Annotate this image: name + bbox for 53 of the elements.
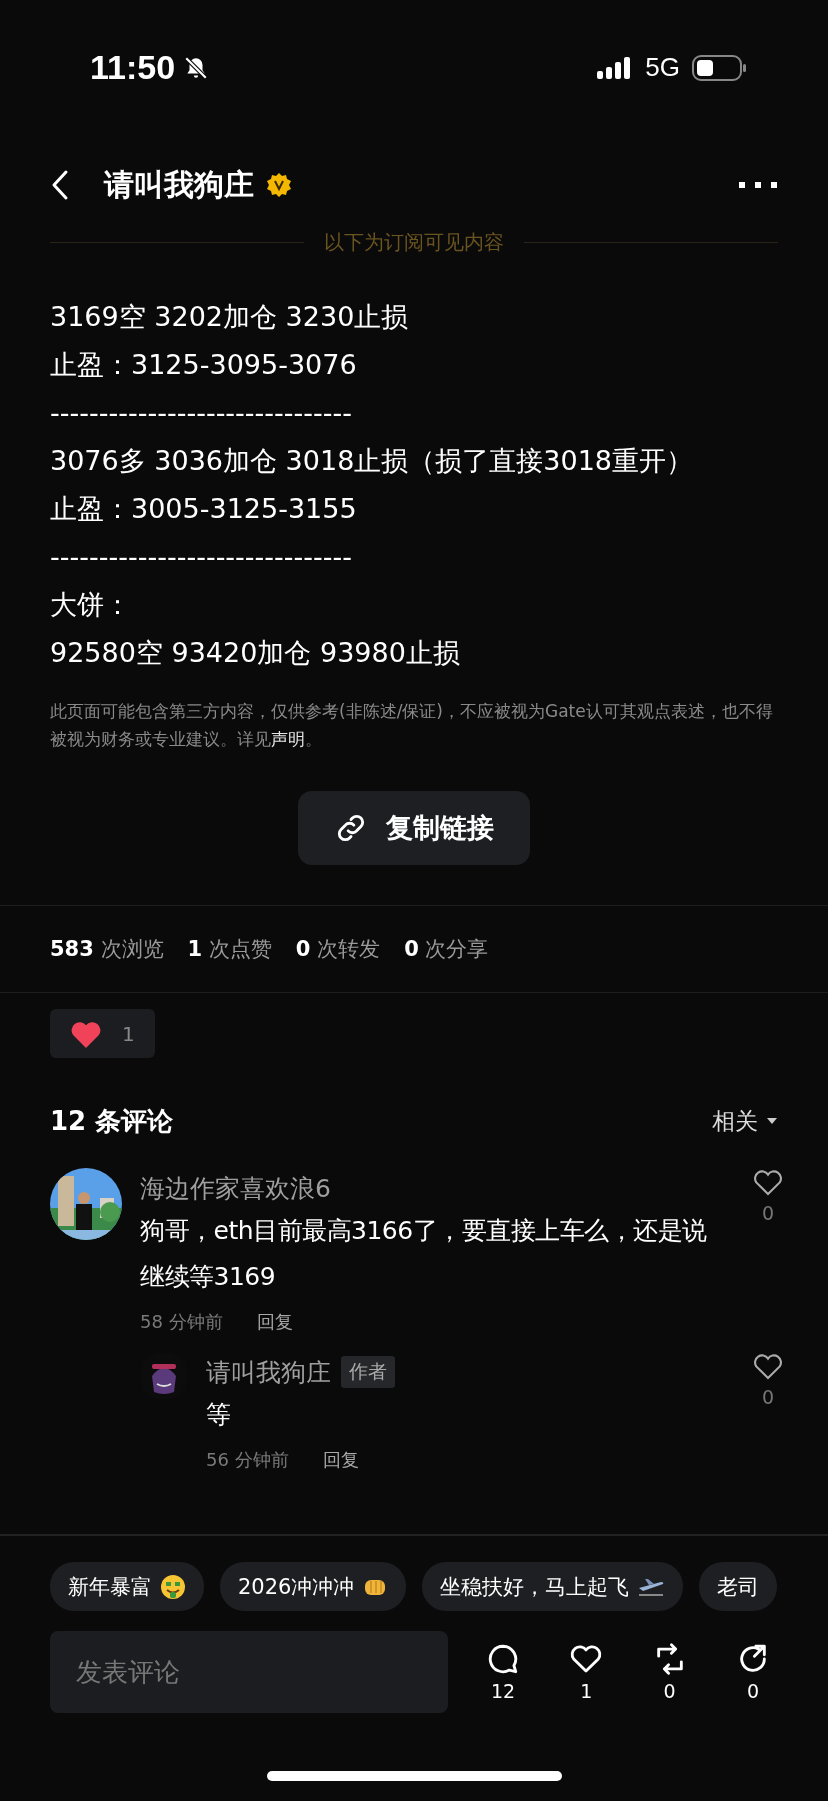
money-face-icon <box>160 1573 186 1600</box>
comment-like-count: 0 <box>761 1386 775 1408</box>
disclaimer-text: 此页面可能包含第三方内容，仅供参考(非陈述/保证)，不应被视为Gate认可其观点表述，也不得被视为财务或专业建议。详见声明。 <box>50 700 774 751</box>
comment-icon <box>486 1642 520 1676</box>
battery-icon <box>692 53 748 82</box>
comments-count-title: 12 条评论 <box>50 1104 174 1138</box>
heart-icon <box>70 1019 102 1048</box>
subscriber-divider-text: 以下为订阅可见内容 <box>324 229 504 255</box>
quick-reply-chip[interactable]: 2026冲冲冲 <box>220 1562 407 1611</box>
post-line: ------------------------------- <box>50 396 354 430</box>
action-button[interactable]: 0 <box>644 1642 695 1702</box>
stat-text: 0 次分享 <box>404 936 489 963</box>
caret-down-icon <box>766 1117 778 1125</box>
quick-reply-chip[interactable]: 老司 <box>699 1562 778 1611</box>
post-line: 止盈：3005-3125-3155 <box>50 492 358 526</box>
stat-text: 1 次点赞 <box>187 936 272 963</box>
post-line: 3076多 3036加仓 3018止损（损了直接3018重开） <box>50 444 695 478</box>
commenter-name: 海边作家喜欢浪6 <box>140 1172 331 1205</box>
post-line: ------------------------------- <box>50 540 354 574</box>
reaction-chip[interactable]: 1 <box>50 1009 155 1058</box>
comment-like-count: 0 <box>761 1202 775 1224</box>
network-label: 5G <box>645 52 680 83</box>
comment-input[interactable]: 发表评论 <box>50 1631 448 1713</box>
post-line: 3169空 3202加仓 3230止损 <box>50 300 410 334</box>
comment-text: 狗哥，eth目前最高3166了，要直接上车么，还是说继续等3169 <box>140 1215 708 1293</box>
author-title: 请叫我狗庄 <box>104 165 254 204</box>
muted-bell-icon <box>183 54 210 81</box>
heart-outline-icon[interactable] <box>752 1168 784 1196</box>
quick-reply-chip[interactable]: 新年暴富 <box>50 1562 204 1611</box>
sort-dropdown[interactable]: 相关 <box>712 1105 778 1137</box>
post-line: 92580空 93420加仓 93980止损 <box>50 636 461 670</box>
comment-time: 58 分钟前 <box>140 1310 223 1334</box>
stat-text: 0 次转发 <box>295 936 381 963</box>
stat-text: 583 次浏览 <box>50 936 164 963</box>
post-line: 止盈：3125-3095-3076 <box>50 348 358 382</box>
copy-link-button[interactable]: 复制链接 <box>298 791 530 865</box>
commenter-name: 请叫我狗庄 <box>206 1356 331 1389</box>
reply-link[interactable]: 回复 <box>322 1448 359 1472</box>
back-icon[interactable] <box>50 169 70 201</box>
more-icon[interactable] <box>738 181 778 189</box>
heart-outline-icon[interactable] <box>752 1352 784 1380</box>
reply-link[interactable]: 回复 <box>256 1310 293 1334</box>
statement-link[interactable]: 声明 <box>271 729 305 749</box>
action-button[interactable]: 0 <box>728 1642 778 1702</box>
status-time: 11:50 <box>90 48 176 87</box>
action-button[interactable]: 12 <box>478 1642 528 1702</box>
reaction-count: 1 <box>122 1021 135 1046</box>
comment-text: 等 <box>206 1399 232 1431</box>
post-line: 大饼： <box>50 588 132 622</box>
quick-reply-chip[interactable]: 坐稳扶好，马上起飞 <box>422 1562 684 1611</box>
action-button[interactable]: 1 <box>561 1642 612 1702</box>
author-badge: 作者 <box>341 1356 395 1388</box>
comment-time: 56 分钟前 <box>206 1448 289 1472</box>
